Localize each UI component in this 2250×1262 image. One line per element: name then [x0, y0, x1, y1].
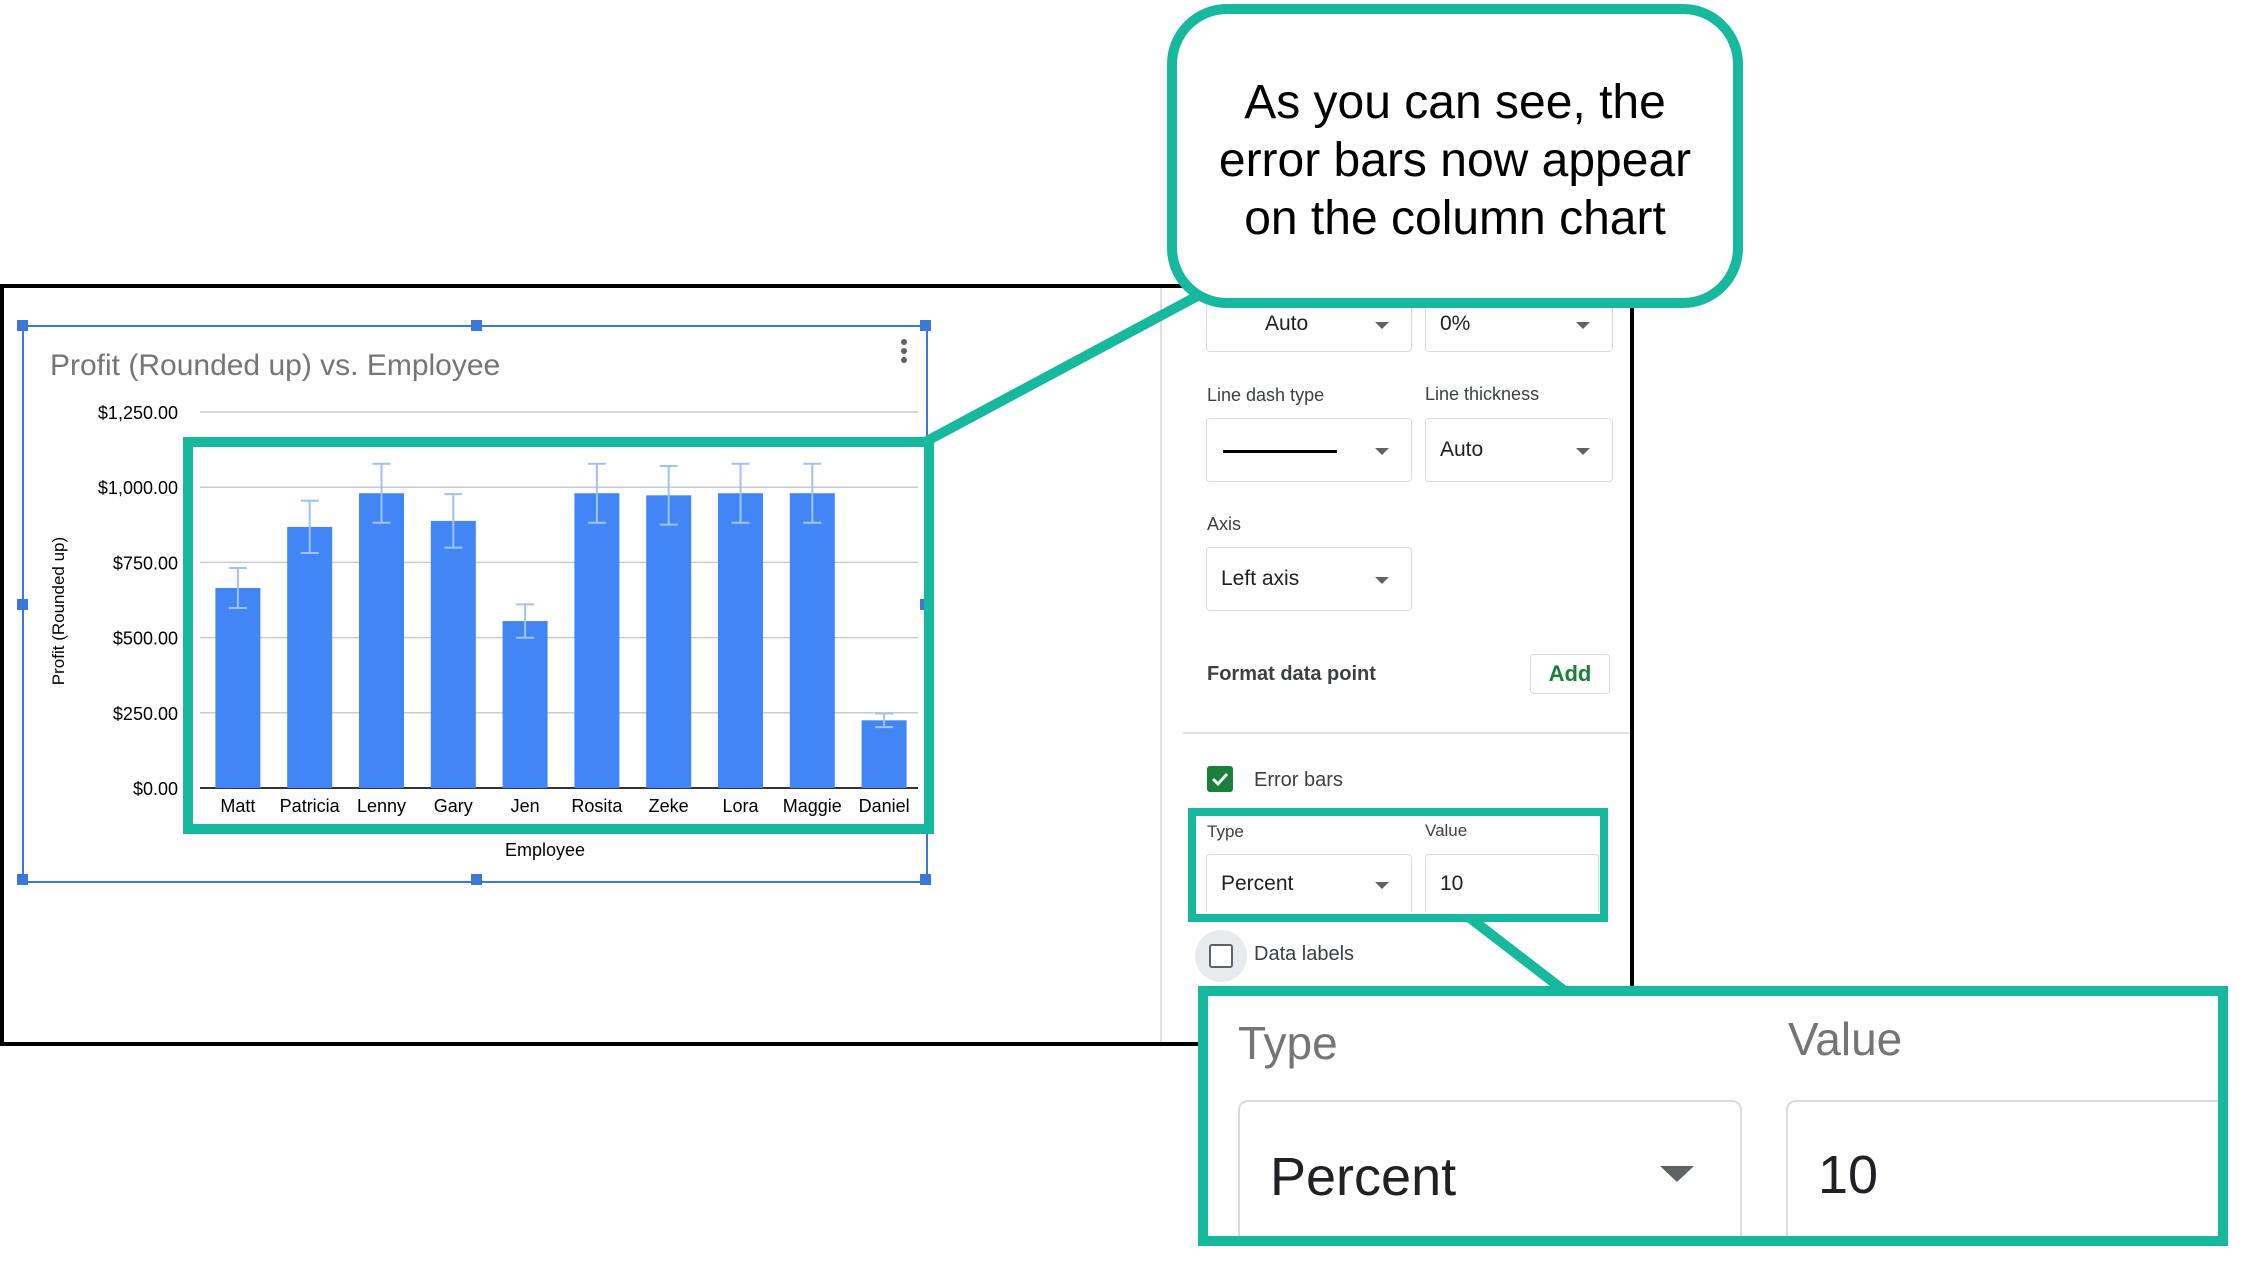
- zoom-type-select[interactable]: Percent: [1238, 1100, 1742, 1236]
- x-tick-label: Daniel: [859, 796, 910, 816]
- bar: [430, 520, 476, 788]
- type-label: Type: [1207, 822, 1244, 841]
- x-tick-label: Maggie: [783, 796, 842, 816]
- axis-select[interactable]: Left axis: [1206, 547, 1412, 611]
- data-labels-checkbox[interactable]: [1209, 944, 1233, 968]
- bar: [287, 526, 333, 788]
- callout-line-2: error bars now appear: [1218, 134, 1692, 187]
- solid-line-icon: [1223, 450, 1337, 453]
- line-dash-label: Line dash type: [1207, 385, 1325, 405]
- line-thickness-value: Auto: [1440, 438, 1484, 461]
- bar: [861, 720, 907, 788]
- callout-line-1: As you can see, the: [1244, 76, 1666, 129]
- x-tick-label: Matt: [220, 796, 255, 816]
- x-tick-label: Rosita: [571, 796, 623, 816]
- bar: [215, 587, 261, 788]
- error-type-select[interactable]: Percent: [1206, 854, 1412, 912]
- axis-label: Axis: [1207, 514, 1242, 534]
- x-tick-label: Gary: [434, 796, 473, 816]
- x-tick-label: Lenny: [357, 796, 406, 816]
- error-bars-checkbox[interactable]: [1207, 766, 1233, 792]
- zoom-connector: [1466, 914, 1570, 996]
- zoom-inset: Type Value Percent 10: [1198, 986, 2228, 1246]
- line-thickness-select[interactable]: Auto: [1425, 418, 1613, 482]
- check-icon: [1211, 772, 1229, 787]
- line-dash-select[interactable]: [1206, 418, 1412, 482]
- chevron-down-icon: [1660, 1166, 1694, 1182]
- y-tick-label: $500.00: [113, 629, 178, 649]
- y-tick-label: $0.00: [133, 779, 178, 799]
- error-type-value: Percent: [1221, 871, 1294, 895]
- zoom-value-input[interactable]: 10: [1786, 1100, 2218, 1236]
- x-tick-label: Patricia: [280, 796, 341, 816]
- y-tick-label: $250.00: [113, 704, 178, 724]
- axis-value: Left axis: [1221, 567, 1300, 590]
- section-divider: [1183, 732, 1629, 734]
- error-bars-label: Error bars: [1254, 769, 1343, 791]
- bar: [789, 493, 835, 788]
- value-label: Value: [1425, 821, 1468, 840]
- chevron-down-icon: [1576, 321, 1590, 329]
- callout-line-3: on the column chart: [1244, 192, 1666, 245]
- chevron-down-icon: [1375, 881, 1389, 889]
- bar: [502, 621, 548, 788]
- line-thickness-label: Line thickness: [1425, 384, 1540, 404]
- x-tick-label: Zeke: [649, 796, 689, 816]
- chevron-down-icon: [1375, 577, 1389, 584]
- format-data-point-label: Format data point: [1207, 663, 1376, 685]
- callout-text: As you can see, the error bars now appea…: [1177, 74, 1733, 248]
- x-tick-label: Lora: [722, 796, 759, 816]
- bar: [646, 495, 692, 788]
- x-axis-label: Employee: [505, 840, 585, 860]
- bar: [574, 493, 620, 788]
- zoom-value-text: 10: [1818, 1145, 1879, 1206]
- add-button[interactable]: Add: [1530, 654, 1610, 694]
- y-tick-label: $750.00: [113, 553, 178, 573]
- top-right-select-value: 0%: [1440, 311, 1471, 335]
- x-tick-label: Jen: [511, 796, 540, 816]
- error-value-text: 10: [1440, 871, 1464, 895]
- error-value-input[interactable]: 10: [1425, 854, 1599, 912]
- zoom-type-label: Type: [1238, 1017, 1338, 1069]
- chevron-down-icon: [1576, 448, 1590, 455]
- y-tick-label: $1,000.00: [98, 478, 178, 498]
- chevron-down-icon: [1375, 321, 1389, 329]
- zoom-value-label: Value: [1788, 1013, 1903, 1065]
- data-labels-label: Data labels: [1254, 943, 1355, 965]
- top-left-select-value: Auto: [1265, 311, 1309, 335]
- bar: [359, 493, 404, 788]
- bar: [718, 493, 763, 788]
- callout-connector: [922, 287, 1208, 447]
- chevron-down-icon: [1375, 448, 1389, 455]
- y-axis-label: Profit (Rounded up): [49, 537, 68, 685]
- y-tick-label: $1,250.00: [98, 403, 178, 423]
- zoom-type-value: Percent: [1270, 1147, 1457, 1208]
- callout-bubble: As you can see, the error bars now appea…: [1167, 4, 1743, 308]
